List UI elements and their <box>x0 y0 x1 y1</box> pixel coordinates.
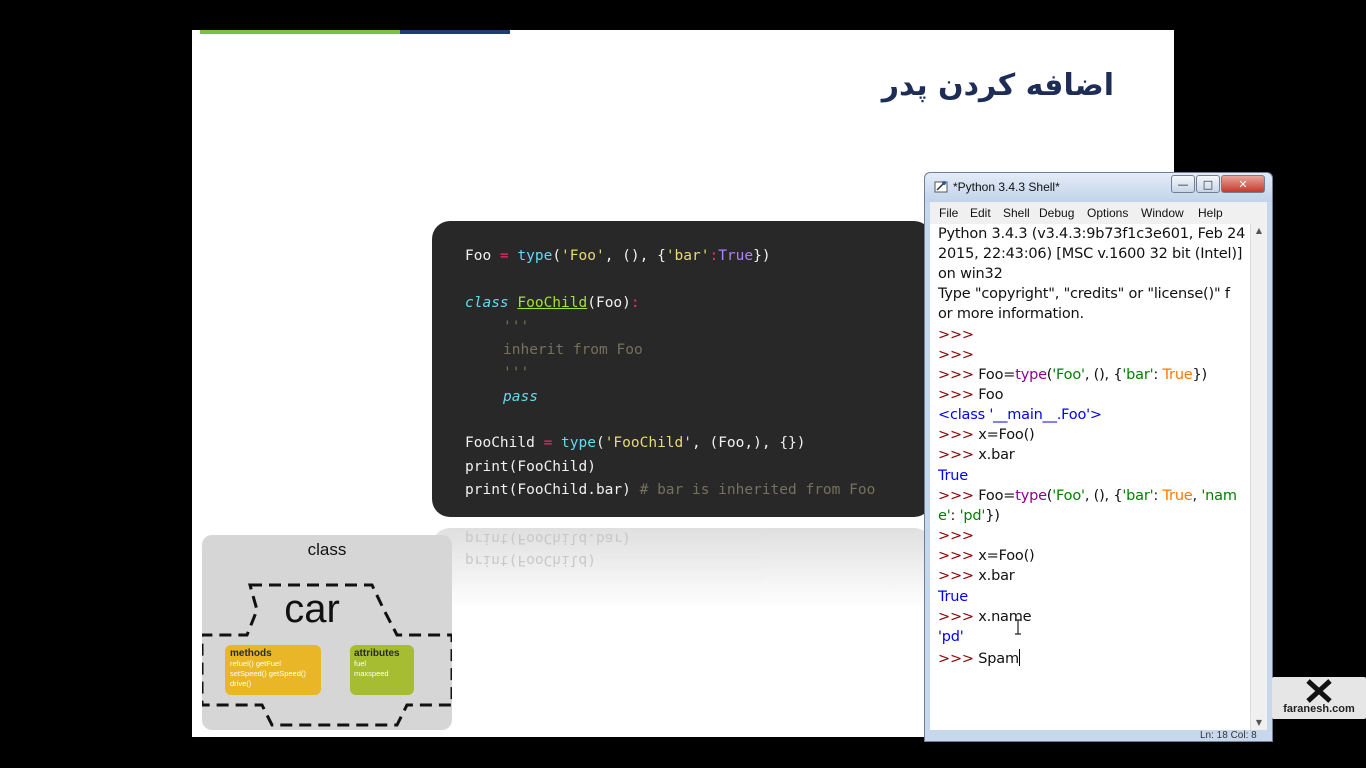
code-line: FooChild = type('FooChild', (Foo,), {}) <box>465 435 806 451</box>
code-snippet: Foo = type('Foo', (), {'bar':True}) clas… <box>432 221 932 517</box>
watermark-logo: faranesh.com <box>1272 677 1366 719</box>
shell-output: True <box>938 589 968 605</box>
diagram-outline <box>202 583 452 727</box>
shell-line: 2015, 22:43:06) [MSC v.1600 32 bit (Inte… <box>938 246 1243 262</box>
menu-options[interactable]: Options <box>1087 206 1128 220</box>
menu-file[interactable]: File <box>939 206 958 220</box>
slide-accent-bar <box>200 30 400 34</box>
menu-edit[interactable]: Edit <box>970 206 991 220</box>
maximize-button[interactable]: □ <box>1196 175 1220 193</box>
window-title: *Python 3.4.3 Shell* <box>953 180 1060 194</box>
shell-output: <class '__main__.Foo'> <box>938 407 1102 423</box>
shell-prompt: >>> <box>938 327 974 343</box>
code-line: pass <box>503 389 538 405</box>
code-line: inherit from Foo <box>503 342 643 358</box>
code-snippet-reflection: print(FooChild.bar) print(FooChild) <box>432 528 932 608</box>
scroll-down-icon[interactable]: ▼ <box>1251 716 1267 730</box>
shell-line: >>> Foo <box>938 387 1004 403</box>
code-line: ''' <box>503 319 530 335</box>
menu-help[interactable]: Help <box>1198 206 1223 220</box>
method-item: setSpeed() getSpeed() <box>230 669 306 678</box>
menu-debug[interactable]: Debug <box>1039 206 1074 220</box>
class-diagram: class car methods refuel() getFuel setSp… <box>202 535 452 730</box>
slide-title: اضافه کردن پدر <box>881 68 1114 103</box>
shell-prompt: >>> <box>938 347 974 363</box>
shell-line: >>> x=Foo() <box>938 427 1035 443</box>
code-line: ''' <box>503 365 530 381</box>
attribute-item: fuel <box>354 659 367 668</box>
shell-output: True <box>938 468 968 484</box>
shell-line: >>> x.bar <box>938 447 1015 463</box>
shell-prompt: >>> <box>938 528 974 544</box>
shell-line: >>> Foo=type('Foo', (), {'bar': True, 'n… <box>938 488 1237 504</box>
text-cursor <box>1018 649 1020 666</box>
attributes-box: attributes fuel maxspeed <box>350 645 414 695</box>
shell-line: Type "copyright", "credits" or "license(… <box>938 286 1230 302</box>
minimize-button[interactable]: — <box>1171 175 1195 193</box>
diagram-class-name: car <box>284 587 340 631</box>
method-item: drive() <box>230 679 252 688</box>
close-button[interactable]: ✕ <box>1221 175 1265 193</box>
attribute-item: maxspeed <box>354 669 389 678</box>
shell-line: >>> x=Foo() <box>938 548 1035 564</box>
shell-input-line[interactable]: >>> Spam <box>938 649 1020 667</box>
attributes-title: attributes <box>354 648 400 659</box>
methods-box: methods refuel() getFuel setSpeed() getS… <box>225 645 321 695</box>
menu-shell[interactable]: Shell <box>1003 206 1030 220</box>
code-line: Foo = type('Foo', (), {'bar':True}) <box>465 248 771 264</box>
watermark-text: faranesh.com <box>1283 703 1355 715</box>
python-shell-window[interactable]: *Python 3.4.3 Shell* — □ ✕ File Edit She… <box>924 172 1273 742</box>
methods-title: methods <box>230 648 272 659</box>
shell-line: or more information. <box>938 306 1084 322</box>
shell-output: 'pd' <box>938 629 964 645</box>
python-icon <box>934 181 948 193</box>
vertical-scrollbar[interactable]: ▲ ▼ <box>1250 224 1267 730</box>
window-titlebar[interactable]: *Python 3.4.3 Shell* — □ ✕ <box>925 173 1272 202</box>
method-item: refuel() getFuel <box>230 659 281 668</box>
menu-window[interactable]: Window <box>1141 206 1184 220</box>
slide-accent-bar-blue <box>400 30 510 34</box>
ibeam-cursor-icon <box>1015 619 1021 635</box>
scroll-up-icon[interactable]: ▲ <box>1251 224 1267 238</box>
shell-line: >>> x.bar <box>938 568 1015 584</box>
shell-line: e': 'pd'}) <box>938 508 1000 524</box>
shell-line: Python 3.4.3 (v3.4.3:9b73f1c3e601, Feb 2… <box>938 226 1246 242</box>
x-logo-icon <box>1306 679 1332 703</box>
code-line: print(FooChild.bar) # bar is inherited f… <box>465 482 876 498</box>
reflection-line: print(FooChild) <box>465 552 596 568</box>
menu-bar: File Edit Shell Debug Options Window Hel… <box>930 202 1267 225</box>
shell-output-area[interactable]: Python 3.4.3 (v3.4.3:9b73f1c3e601, Feb 2… <box>930 224 1250 730</box>
shell-line: >>> Foo=type('Foo', (), {'bar': True}) <box>938 367 1208 383</box>
code-line: class FooChild(Foo): <box>465 295 640 311</box>
status-bar: Ln: 18 Col: 8 <box>1200 730 1257 741</box>
code-line: print(FooChild) <box>465 459 596 475</box>
reflection-line: print(FooChild.bar) <box>465 530 640 546</box>
shell-line: on win32 <box>938 266 1003 282</box>
